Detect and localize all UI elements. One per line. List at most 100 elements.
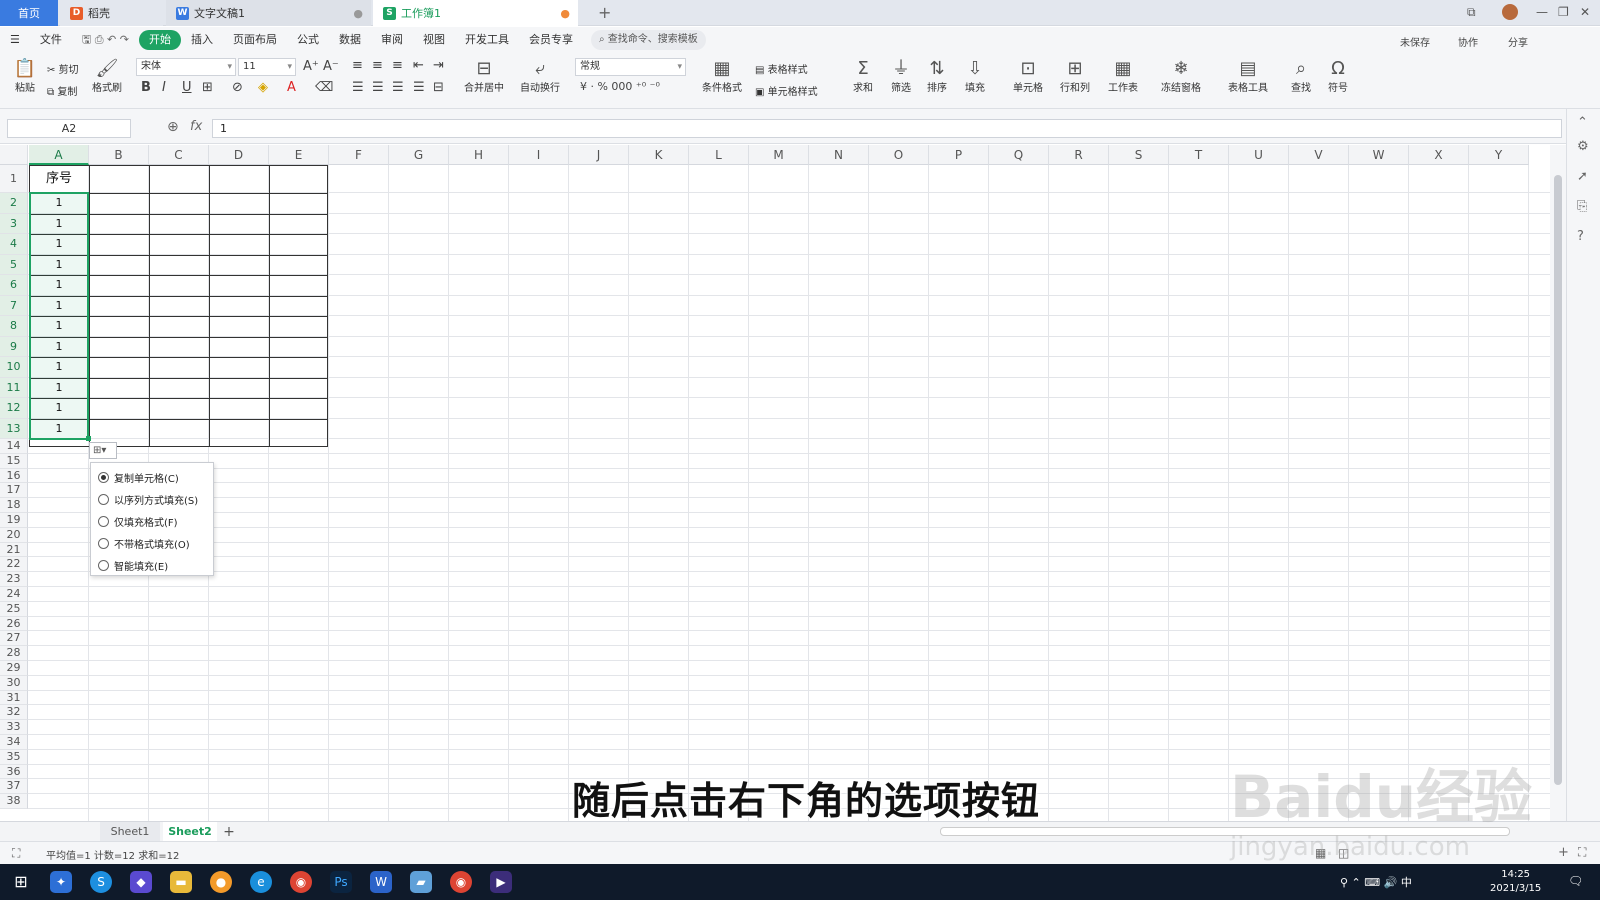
copy-button[interactable]: ⧉ 复制 [47, 83, 77, 98]
column-header-p[interactable]: P [929, 145, 989, 165]
sheet-tab-2[interactable]: Sheet2 [163, 822, 217, 842]
share-button[interactable]: 分享 [1508, 34, 1528, 49]
find-button[interactable]: ⌕ 查找 [1285, 59, 1317, 95]
row-header-29[interactable]: 29 [0, 661, 28, 676]
autofill-options-button[interactable]: ⊞▾ [89, 442, 117, 459]
paste-button[interactable]: 📋 粘贴 [10, 59, 40, 95]
app-icon-2[interactable]: S [90, 871, 112, 893]
align-center-icon[interactable]: ☰ [372, 80, 384, 95]
row-header-4[interactable]: 4 [0, 234, 28, 255]
column-header-e[interactable]: E [269, 145, 329, 165]
tab-review[interactable]: 审阅 [371, 30, 413, 50]
autofill-option-5[interactable]: 智能填充(E) [98, 558, 168, 573]
sort-button[interactable]: ⇅ 排序 [922, 59, 952, 95]
underline-icon[interactable]: U [182, 80, 192, 95]
tab-file[interactable]: 文件 [30, 30, 72, 50]
folder-icon[interactable]: ▬ [170, 871, 192, 893]
minimize-icon[interactable]: — [1536, 5, 1548, 19]
radio-icon[interactable] [98, 494, 109, 505]
new-tab-button[interactable]: + [598, 3, 611, 22]
tab-docer[interactable]: D 稻壳 [60, 0, 163, 26]
zoom-in-icon[interactable]: + [1558, 845, 1569, 860]
cells-button[interactable]: ⊡ 单元格 [1008, 59, 1048, 95]
wrap-text-button[interactable]: ⤶ 自动换行 [516, 59, 564, 95]
cell-a1[interactable]: 序号 [29, 165, 89, 193]
row-header-13[interactable]: 13 [0, 418, 28, 439]
row-header-10[interactable]: 10 [0, 357, 28, 378]
row-header-19[interactable]: 19 [0, 513, 28, 528]
column-header-k[interactable]: K [629, 145, 689, 165]
restore-icon[interactable]: ❐ [1558, 5, 1569, 19]
fill-button[interactable]: ⇩ 填充 [960, 59, 990, 95]
row-header-11[interactable]: 11 [0, 377, 28, 398]
column-header-f[interactable]: F [329, 145, 389, 165]
collapse-icon[interactable]: ⌃ [1577, 115, 1588, 130]
symbol-button[interactable]: Ω 符号 [1322, 59, 1354, 95]
sheet-tab-1[interactable]: Sheet1 [100, 822, 160, 842]
font-grow-icon[interactable]: A⁺ [303, 59, 319, 74]
column-header-g[interactable]: G [389, 145, 449, 165]
font-size-select[interactable]: 11 [238, 58, 296, 76]
function-icon[interactable]: fx [190, 119, 202, 134]
indent-increase-icon[interactable]: ⇥ [433, 58, 444, 73]
radio-icon[interactable] [98, 560, 109, 571]
column-header-i[interactable]: I [509, 145, 569, 165]
column-header-x[interactable]: X [1409, 145, 1469, 165]
row-header-28[interactable]: 28 [0, 646, 28, 661]
tab-data[interactable]: 数据 [329, 30, 371, 50]
row-header-2[interactable]: 2 [0, 193, 28, 214]
zoom-formula-icon[interactable]: ⊕ [167, 119, 179, 135]
command-search[interactable]: ⌕ 查找命令、搜索模板 [590, 30, 706, 50]
add-sheet-button[interactable]: + [220, 822, 238, 842]
cursor-icon[interactable]: ➚ [1577, 169, 1588, 184]
cell-a8[interactable]: 1 [29, 316, 89, 337]
column-header-u[interactable]: U [1229, 145, 1289, 165]
close-dot-icon[interactable]: ● [353, 7, 363, 20]
settings-icon[interactable]: ⚙ [1577, 139, 1589, 154]
cell-a10[interactable]: 1 [29, 357, 89, 378]
row-header-22[interactable]: 22 [0, 557, 28, 573]
cell-a3[interactable]: 1 [29, 214, 89, 235]
avatar[interactable] [1502, 4, 1518, 20]
column-header-m[interactable]: M [749, 145, 809, 165]
column-header-w[interactable]: W [1349, 145, 1409, 165]
system-clock[interactable]: 14:25 2021/3/15 [1490, 868, 1541, 896]
tab-insert[interactable]: 插入 [181, 30, 223, 50]
row-col-button[interactable]: ⊞ 行和列 [1055, 59, 1095, 95]
chrome-icon-2[interactable]: ◉ [450, 871, 472, 893]
row-header-36[interactable]: 36 [0, 764, 28, 780]
tab-formulas[interactable]: 公式 [287, 30, 329, 50]
column-header-c[interactable]: C [149, 145, 209, 165]
cell-style-button[interactable]: ▣ 单元格样式 [755, 83, 818, 98]
help-icon[interactable]: ? [1577, 229, 1584, 244]
column-header-n[interactable]: N [809, 145, 869, 165]
video-player-icon[interactable]: ▶ [490, 871, 512, 893]
unsaved-dot-icon[interactable]: ● [560, 7, 570, 20]
column-header-h[interactable]: H [449, 145, 509, 165]
tab-workbook[interactable]: S 工作簿1 ● [373, 0, 578, 26]
cell-a5[interactable]: 1 [29, 255, 89, 276]
row-header-26[interactable]: 26 [0, 616, 28, 632]
column-header-l[interactable]: L [689, 145, 749, 165]
row-header-34[interactable]: 34 [0, 735, 28, 750]
close-icon[interactable]: ✕ [1580, 5, 1590, 19]
app-icon-5[interactable]: ● [210, 871, 232, 893]
app-icon-3[interactable]: ◆ [130, 871, 152, 893]
row-header-33[interactable]: 33 [0, 720, 28, 735]
tray-icons[interactable]: ⚲ ⌃ ⌨ 🔊 中 [1340, 874, 1412, 890]
table-tools-button[interactable]: ▤ 表格工具 [1222, 59, 1274, 95]
column-header-j[interactable]: J [569, 145, 629, 165]
row-header-7[interactable]: 7 [0, 295, 28, 316]
row-header-8[interactable]: 8 [0, 316, 28, 337]
row-header-17[interactable]: 17 [0, 483, 28, 499]
merge-center-button[interactable]: ⊟ 合并居中 [460, 59, 508, 95]
wps-writer-icon[interactable]: W [370, 871, 392, 893]
align-bottom-icon[interactable]: ≡ [392, 58, 403, 73]
align-right-icon[interactable]: ☰ [392, 80, 404, 95]
format-icon[interactable]: ⎘ [1577, 199, 1587, 214]
cell-a12[interactable]: 1 [29, 398, 89, 419]
eraser-icon[interactable]: ⌫ [315, 80, 333, 95]
align-middle-icon[interactable]: ≡ [372, 58, 383, 73]
row-header-32[interactable]: 32 [0, 705, 28, 721]
cell-a4[interactable]: 1 [29, 234, 89, 255]
